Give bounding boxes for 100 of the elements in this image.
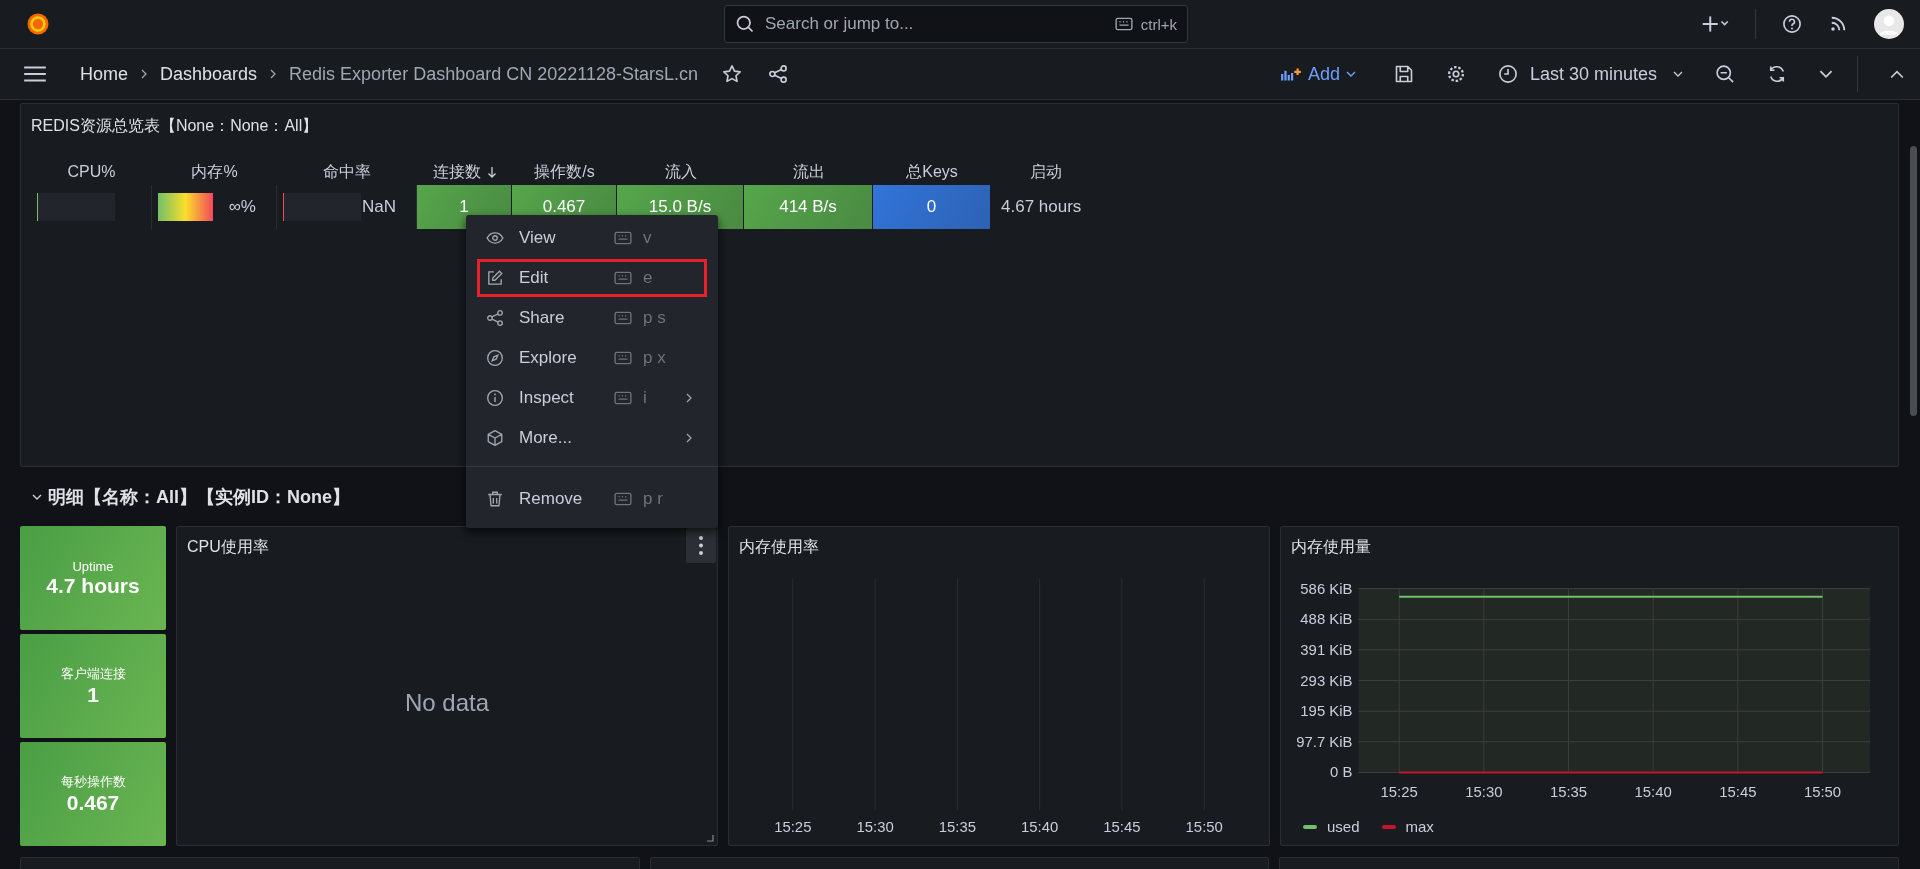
axis-label: 15:50 [1803,784,1842,801]
share-icon[interactable] [767,64,788,84]
axis-label: 586 KiB [1300,580,1353,597]
sort-arrow-icon [486,166,497,178]
axis-label: 195 KiB [1300,703,1353,720]
time-range-picker[interactable]: Last 30 minutes [1497,63,1683,85]
axis-label: 15:40 [1021,819,1059,836]
column-header[interactable]: 内存% [152,159,277,185]
search-input[interactable]: Search or jump to... [763,13,1107,35]
row-title[interactable]: 明细【名称：All】【实例ID：None】 [48,484,350,509]
chevron-icon [140,68,148,80]
table-cell-text: 4.67 hours [1000,196,1083,218]
save-icon[interactable] [1393,64,1414,84]
shortcut-label: p r [643,488,664,509]
menu-icon[interactable] [22,64,48,84]
table-cell: NaN [362,197,396,217]
stat-value: 4.7 hours [46,573,140,598]
shortcut-label: i [643,388,648,408]
axis-label: 15:25 [1380,784,1418,801]
add-button[interactable]: Add [1273,63,1362,85]
resize-handle-icon[interactable] [706,834,714,842]
breadcrumb-link[interactable]: Redis Exporter Dashboard CN 20221128-StarsL.cn [289,63,698,85]
keyboard-icon [614,391,632,405]
menu-item[interactable]: More... [466,418,718,458]
keyboard-icon [614,311,632,325]
search-icon [735,14,755,34]
column-header[interactable]: 连接数 [417,159,512,185]
shortcut-label: v [643,228,653,248]
help-icon[interactable] [1782,14,1802,34]
table-cell: 414 B/s [744,185,873,229]
axis-label: 15:40 [1634,784,1672,801]
keyboard-icon [614,231,632,245]
chevron-icon[interactable] [32,493,42,500]
panel-title: 内存使用率 [739,537,819,557]
column-header[interactable]: 流入 [617,159,744,185]
avatar-icon[interactable] [1874,9,1904,39]
chevron-icon [269,68,278,80]
clock-icon [1497,64,1518,84]
edit-icon [486,269,504,287]
column-header[interactable]: 总Keys [873,159,991,185]
shortcut-label: p x [643,348,667,368]
table-cell: 0 [873,185,991,229]
settings-icon[interactable] [1445,64,1466,84]
keyboard-icon [1114,17,1133,31]
axis-label: 391 KiB [1300,641,1353,658]
axis-label: 0 B [1330,764,1353,781]
axis-label: 15:30 [856,819,894,836]
bar-chart-plus-icon [1279,66,1302,82]
more-icon[interactable] [686,528,716,563]
stat-value: 0.467 [66,791,120,815]
shortcut-label: e [643,268,654,288]
axis-label: 15:45 [1103,819,1141,836]
stat-value: 1 [87,683,99,707]
column-header[interactable]: 命中率 [277,159,417,185]
zoom-out-icon[interactable] [1715,64,1735,84]
menu-item[interactable]: Inspect i [466,378,718,418]
caret-icon [1673,71,1683,77]
panel-title: CPU使用率 [187,537,269,557]
axis-label: 15:30 [1465,784,1503,801]
menu-item[interactable]: Share p s [466,298,718,338]
breadcrumb-link[interactable]: Home [80,63,128,85]
column-header[interactable]: 操作数/s [512,159,617,185]
axis-label: 15:45 [1719,784,1757,801]
menu-item[interactable]: Explore p x [466,338,718,378]
gauge-bar [158,193,213,221]
eye-icon [486,229,504,247]
menu-item[interactable]: Remove p r [466,466,718,522]
shortcut-label: p s [643,308,667,328]
share-icon [486,309,504,327]
star-icon[interactable] [721,64,742,84]
stat-label: Uptime [72,558,114,574]
legend-label[interactable]: used [1327,818,1360,835]
menu-item[interactable]: Edit e [476,258,708,298]
search-bar[interactable]: Search or jump to... ctrl+k [724,5,1188,43]
stat-label: 每秒操作数 [60,773,126,791]
axis-label: 15:35 [1549,784,1588,801]
no-data-message: No data [404,688,490,717]
legend-label[interactable]: max [1405,818,1434,835]
panel-title: REDIS资源总览表【None：None：All】 [31,116,320,136]
cube-icon [486,429,504,447]
axis-label: 97.7 KiB [1296,733,1353,750]
column-header[interactable]: 启动 [991,159,1101,185]
scrollbar-thumb[interactable] [1910,146,1917,416]
keyboard-icon [614,351,632,365]
keyboard-icon [614,491,632,506]
breadcrumb-link[interactable]: Dashboards [160,63,258,85]
column-header[interactable]: CPU% [31,159,152,185]
rss-icon[interactable] [1828,14,1848,34]
axis-label: 293 KiB [1300,672,1353,689]
column-header[interactable]: 流出 [744,159,873,185]
panel-title: 内存使用量 [1291,537,1371,557]
table-cell: ∞% [228,197,256,217]
keyboard-icon [614,271,632,285]
shortcut-label: ctrl+k [1140,15,1177,33]
refresh-icon[interactable] [1767,64,1787,84]
compass-icon [486,349,504,367]
axis-label: 15:25 [774,819,812,836]
trash-icon [486,489,504,508]
stat-label: 客户端连接 [60,665,126,683]
caret-icon [1345,71,1356,77]
